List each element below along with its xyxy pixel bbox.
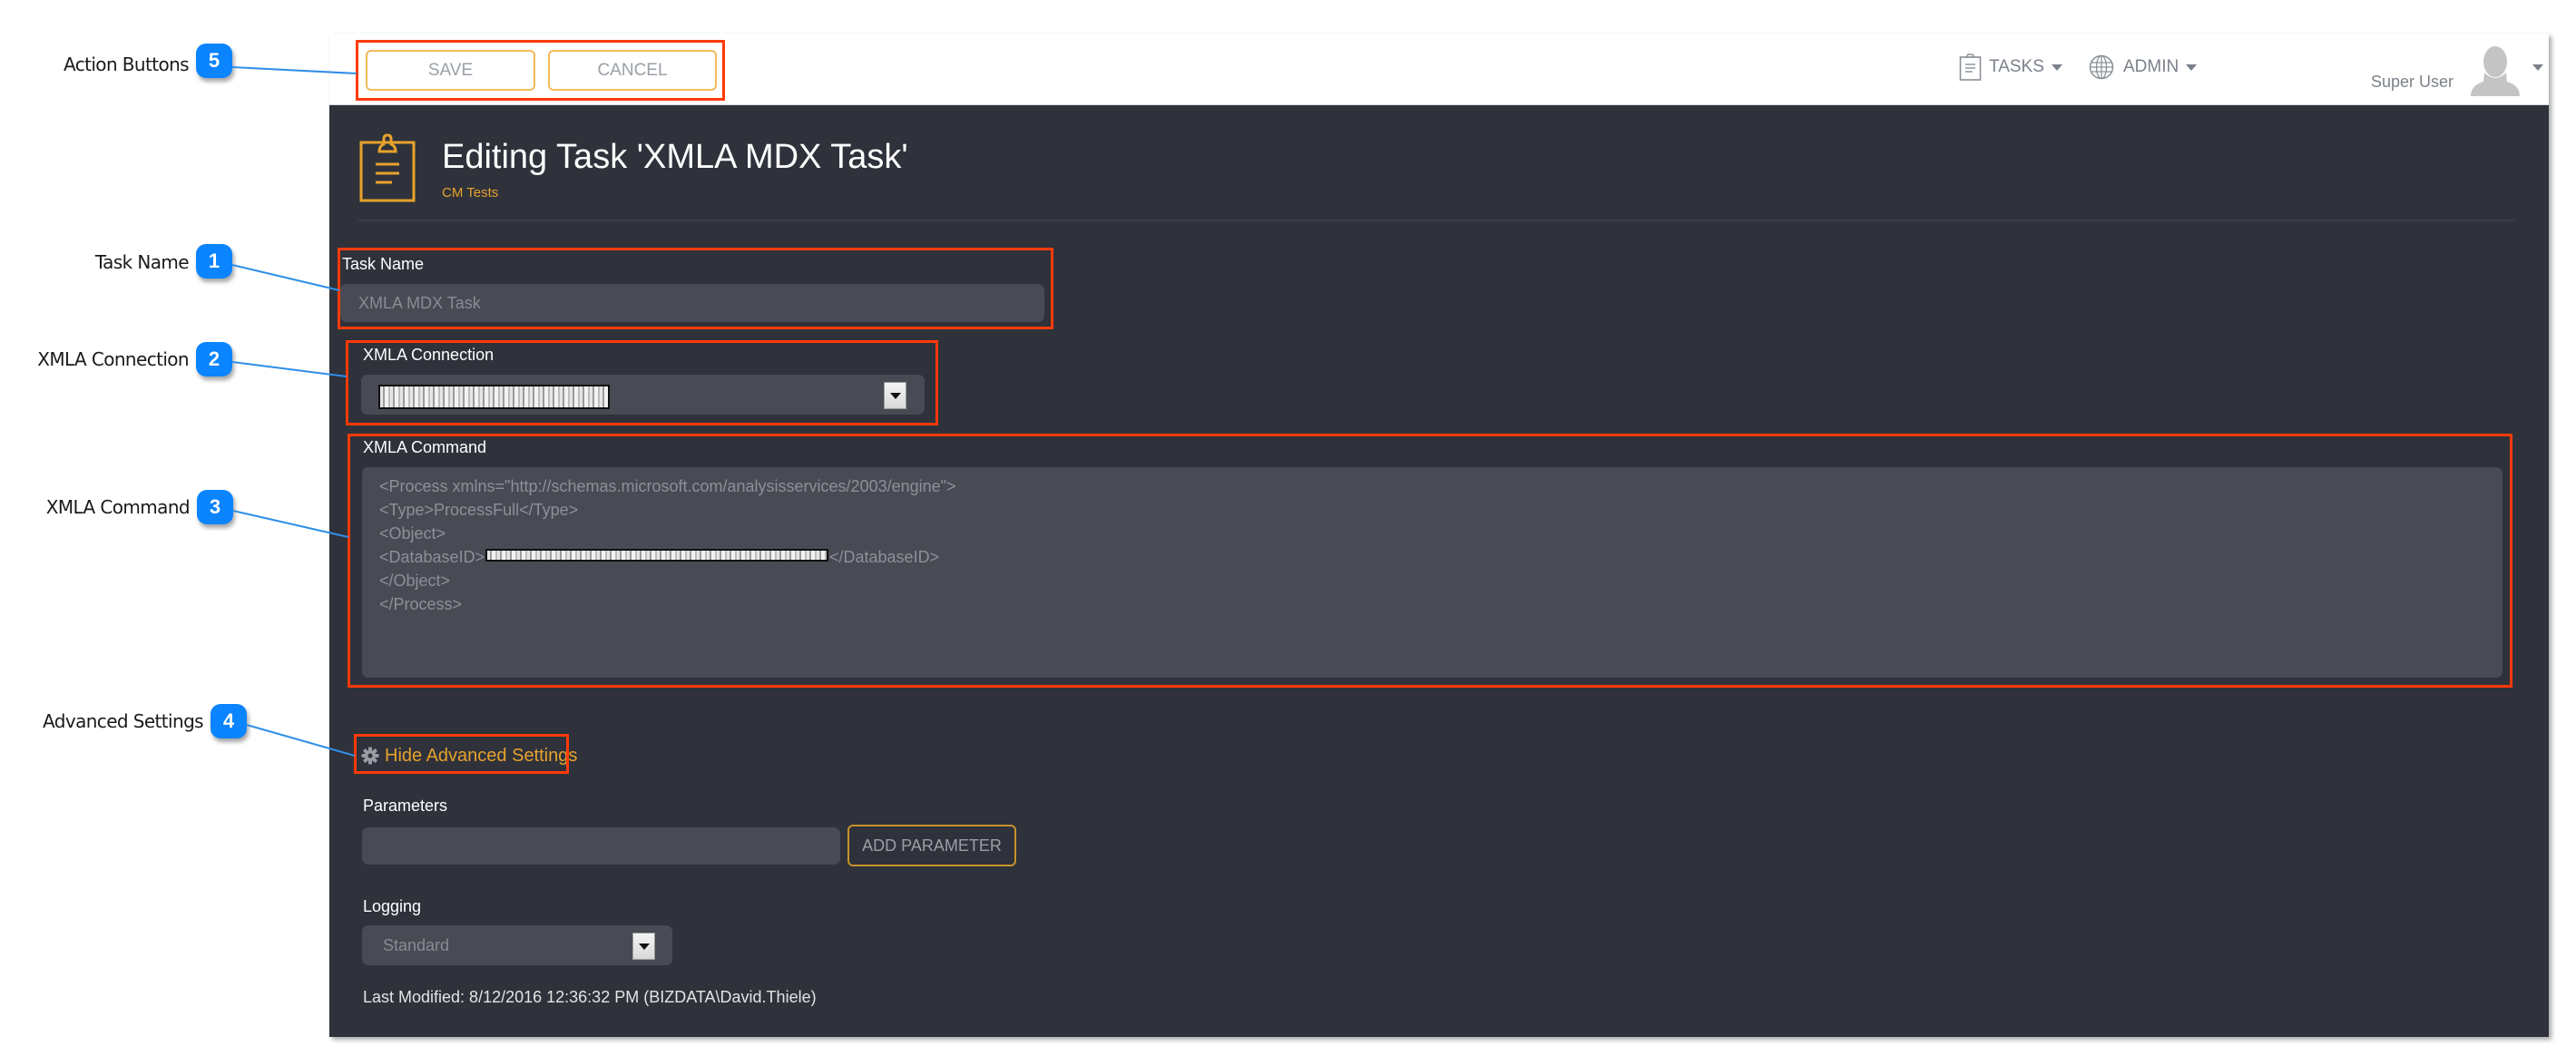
user-menu-chevron-icon: [2532, 64, 2543, 71]
callout-label-xmla-connection: XMLA Connection: [37, 348, 189, 370]
nav-admin-label: ADMIN: [2123, 57, 2179, 76]
page-subtitle[interactable]: CM Tests: [442, 185, 498, 200]
last-modified-text: Last Modified: 8/12/2016 12:36:32 PM (BI…: [363, 988, 817, 1006]
annotation-box-task-name: [338, 248, 1053, 329]
nav-admin-menu[interactable]: ADMIN: [2089, 53, 2198, 82]
callout-label-advanced-settings: Advanced Settings: [43, 710, 204, 732]
callout-line-1: [231, 264, 340, 291]
annotation-box-action-buttons: [356, 40, 725, 101]
page-title: Editing Task 'XMLA MDX Task': [442, 138, 908, 176]
chevron-down-icon: [2051, 64, 2062, 71]
nav-tasks-label: TASKS: [1989, 57, 2044, 76]
header-divider: [358, 220, 2514, 221]
avatar: [2471, 46, 2520, 96]
user-menu[interactable]: [2469, 43, 2543, 97]
annotation-box-advanced-settings: [354, 734, 569, 774]
logging-value: Standard: [383, 935, 450, 954]
globe-icon: [2089, 54, 2114, 80]
callout-badge-4: 4: [211, 704, 247, 738]
callout-badge-3: 3: [197, 490, 233, 524]
logging-label: Logging: [363, 897, 422, 915]
user-name: Super User: [2371, 73, 2454, 91]
nav-tasks-menu[interactable]: TASKS: [1959, 53, 2062, 82]
callout-label-xmla-command: XMLA Command: [45, 496, 191, 518]
callout-badge-1: 1: [196, 244, 232, 279]
chevron-down-icon: [2186, 64, 2198, 71]
parameters-input[interactable]: [362, 827, 840, 865]
clipboard-icon: [1959, 54, 1982, 81]
callout-label-task-name: Task Name: [94, 251, 190, 273]
logging-select[interactable]: Standard: [362, 925, 672, 965]
add-parameter-button[interactable]: ADD PARAMETER: [847, 825, 1016, 866]
parameters-label: Parameters: [363, 797, 448, 815]
callout-badge-2: 2: [196, 342, 232, 376]
logging-dropdown-button[interactable]: [632, 933, 655, 960]
callout-badge-5: 5: [196, 44, 232, 78]
annotation-box-xmla-command: [348, 434, 2512, 688]
annotation-box-xmla-connection: [346, 340, 938, 425]
chevron-down-icon: [638, 943, 650, 950]
callout-label-action-buttons: Action Buttons: [63, 54, 190, 75]
clipboard-icon: [359, 133, 416, 202]
